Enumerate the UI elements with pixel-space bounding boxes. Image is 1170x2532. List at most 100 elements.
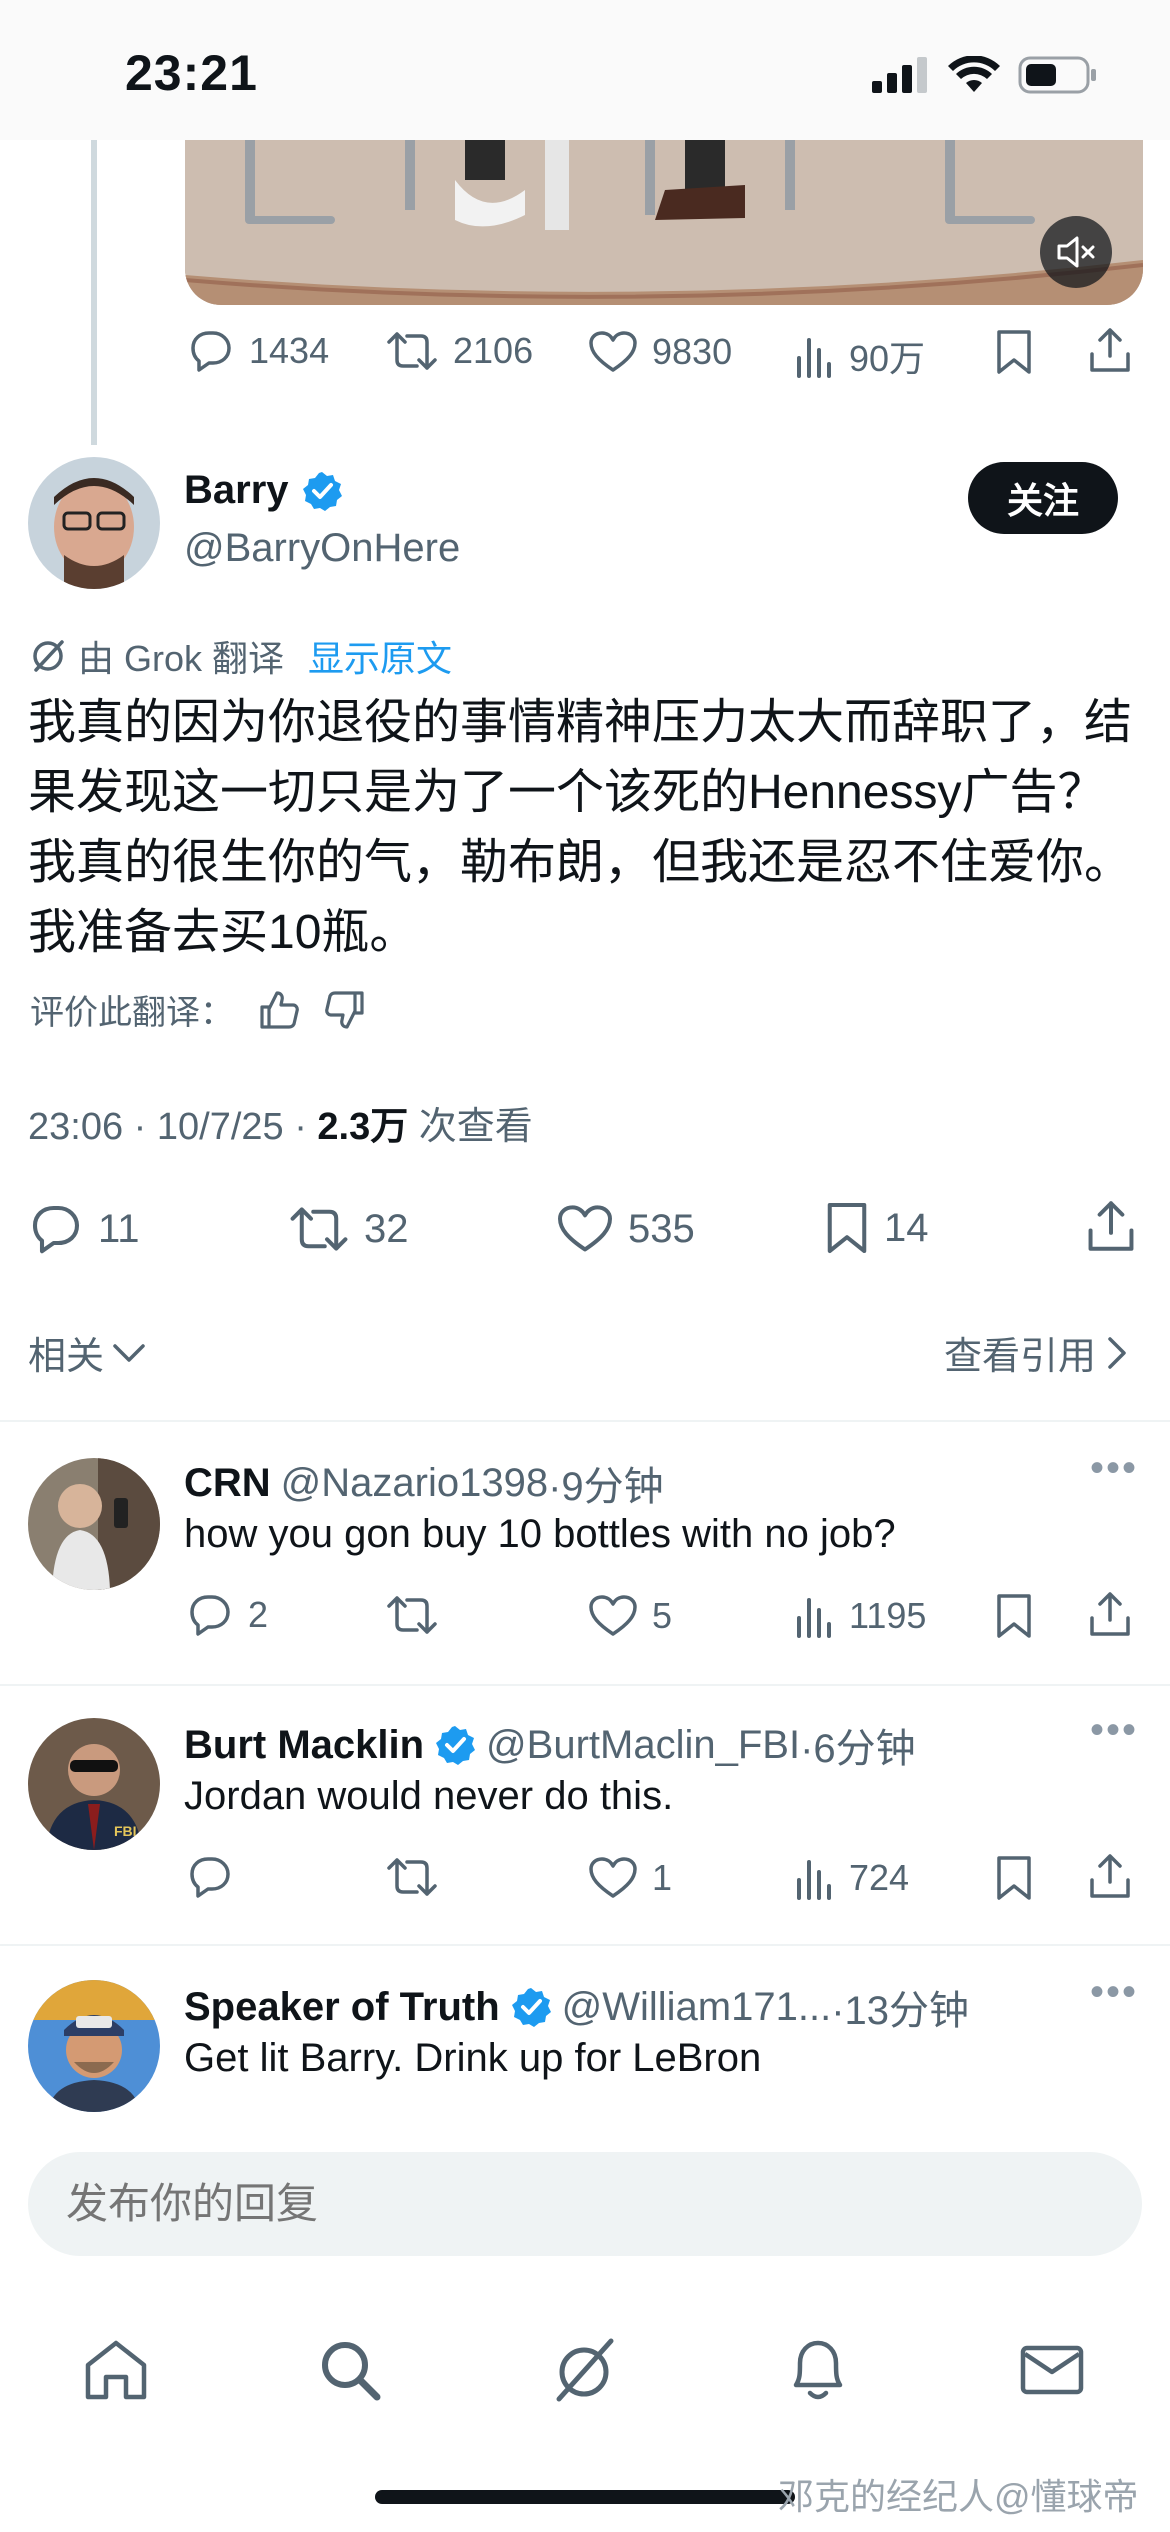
avatar[interactable] [28,1980,160,2112]
verified-badge-icon [511,1988,551,2027]
share-icon [1090,1592,1130,1636]
status-bar: 23:21 [0,0,1170,140]
view-quotes-link[interactable]: 查看引用 [944,1325,1128,1380]
more-options-icon[interactable]: ••• [1090,1708,1138,1753]
more-options-icon[interactable]: ••• [1090,1970,1138,2015]
reply-input[interactable] [28,2152,1142,2256]
views-action[interactable]: 1195 [795,1594,926,1638]
bookmark-action[interactable] [994,1592,1034,1640]
video-frame [185,140,1143,305]
author-name[interactable]: Barry [184,468,289,513]
views-icon [797,1598,831,1638]
bookmark-icon [997,330,1031,374]
author-handle[interactable]: @BarryOnHere [184,526,460,571]
views-action[interactable]: 724 [795,1856,909,1900]
retweet-icon [290,1207,348,1251]
retweet-action[interactable] [385,1854,439,1900]
more-options-icon[interactable]: ••• [1090,1446,1138,1491]
reply-author-handle[interactable]: @BurtMaclin_FBI [486,1723,800,1768]
reply-text: Jordan would never do this. [184,1774,674,1818]
avatar[interactable]: FBI [28,1718,160,1850]
share-action[interactable] [1088,1852,1132,1900]
share-icon [1090,1854,1130,1898]
like-action[interactable]: 5 [588,1594,672,1638]
retweet-action[interactable]: 32 [288,1202,409,1256]
divider [0,1944,1170,1946]
grok-icon [33,640,64,672]
reply-icon [32,1205,80,1254]
views-icon [797,338,831,378]
thumbs-down-icon[interactable] [324,989,366,1031]
share-action[interactable] [1088,1590,1132,1638]
like-action[interactable]: 535 [556,1204,695,1254]
bookmark-icon [997,1594,1031,1638]
reply-action[interactable]: 11 [28,1202,140,1256]
avatar[interactable] [28,457,160,589]
reply-author-name[interactable]: Speaker of Truth [184,1985,500,2030]
tab-bar [0,2310,1170,2430]
like-count: 5 [652,1595,673,1636]
tab-messages[interactable] [992,2310,1112,2430]
chevron-down-icon [113,1343,145,1362]
bookmark-action[interactable] [994,328,1034,376]
tab-grok[interactable] [524,2310,644,2430]
heart-icon [558,1205,612,1252]
tweet-timestamp: 23:06 · 10/7/25 · [28,1106,318,1148]
like-action[interactable]: 1 [588,1856,672,1900]
reply-author-handle[interactable]: @William171... [562,1985,832,2030]
reply-time: ·9分钟 [548,1465,664,1509]
retweet-icon [387,1858,437,1896]
reply-icon [190,1595,230,1636]
avatar-image [28,457,160,589]
retweet-action[interactable]: 2106 [385,328,533,374]
like-action[interactable]: 9830 [588,330,732,374]
thread-line [91,140,97,445]
home-indicator [375,2490,795,2504]
bookmark-action[interactable]: 14 [824,1200,929,1256]
reply-header: CRN @Nazario1398 ·9分钟 [184,1454,664,1512]
related-dropdown[interactable]: 相关 [28,1325,146,1380]
reply-count: 11 [98,1206,140,1251]
reply-author-handle[interactable]: @Nazario1398 [281,1461,548,1506]
views-action[interactable]: 90万 [795,330,925,382]
view-label: 次查看 [408,1106,533,1148]
reply-header: Burt Macklin @BurtMaclin_FBI ·6分钟 [184,1716,916,1774]
svg-text:FBI: FBI [114,1823,137,1839]
follow-button[interactable]: 关注 [968,462,1118,534]
chevron-right-icon [1108,1336,1126,1369]
reply-action[interactable] [186,1854,234,1900]
mail-icon [1020,2345,1084,2395]
video-player[interactable] [185,140,1143,305]
reply-action[interactable]: 2 [186,1592,268,1638]
reply-author-name[interactable]: CRN [184,1461,271,1506]
like-count: 9830 [652,331,733,372]
retweet-count: 32 [364,1206,409,1251]
heart-icon [589,1857,637,1898]
share-action[interactable] [1086,1198,1136,1254]
views-count: 724 [849,1857,910,1898]
status-time: 23:21 [125,45,258,101]
divider [0,1684,1170,1686]
retweet-count: 2106 [453,330,534,371]
tab-home[interactable] [56,2310,176,2430]
retweet-icon [387,1596,437,1634]
thumbs-up-icon[interactable] [258,989,300,1031]
retweet-action[interactable] [385,1592,439,1638]
tab-search[interactable] [290,2310,410,2430]
mute-button[interactable] [1040,216,1112,288]
speaker-muted-icon [1057,236,1095,268]
rate-translation-label: 评价此翻译： [30,994,234,1032]
views-count: 90万 [849,338,926,379]
tab-notifications[interactable] [758,2310,878,2430]
avatar[interactable] [28,1458,160,1590]
bookmark-action[interactable] [994,1854,1034,1902]
author-name-row: Barry [184,468,343,513]
show-original-link[interactable]: 显示原文 [308,630,452,682]
tweet-meta: 23:06 · 10/7/25 · 2.3万 次查看 [28,1095,533,1150]
reply-action[interactable]: 1434 [187,328,329,374]
share-action[interactable] [1088,326,1132,374]
related-label: 相关 [28,1336,105,1378]
share-icon [1090,328,1130,372]
translated-by-label: 由 Grok 翻译 [78,638,285,679]
reply-author-name[interactable]: Burt Macklin [184,1723,424,1768]
